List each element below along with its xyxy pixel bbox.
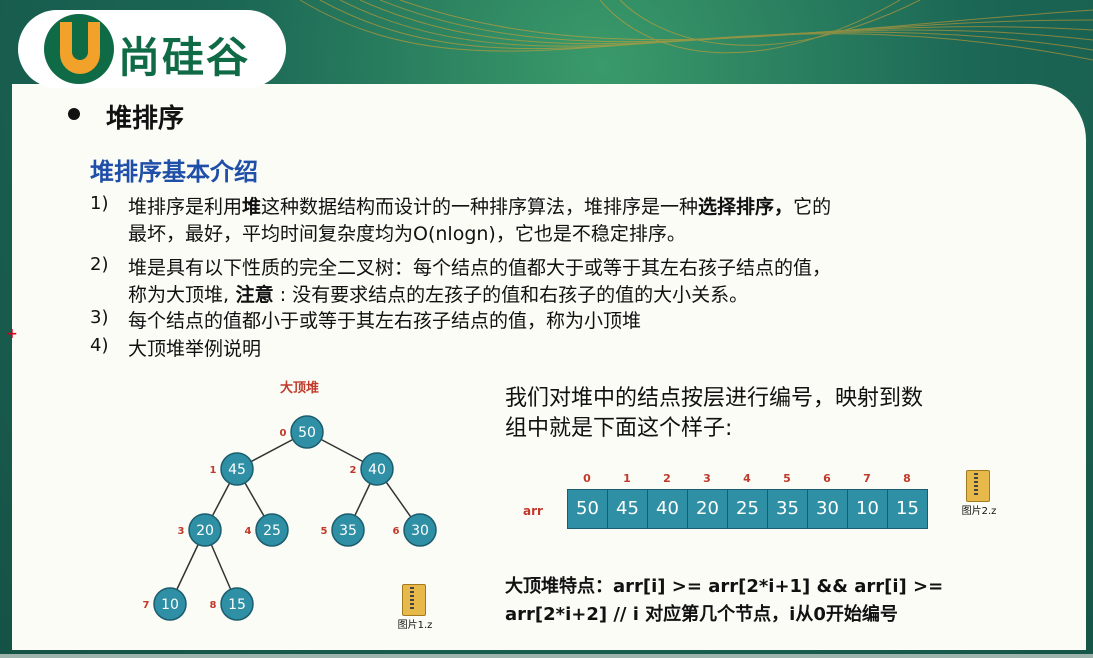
feature-line-2: arr[2*i+2] // i 对应第几个节点，i从0开始编号	[505, 604, 898, 625]
folder-icon	[966, 470, 990, 502]
array-cell: 10	[847, 489, 888, 529]
tree-node-value: 40	[368, 462, 386, 478]
array-cell: 40	[647, 489, 688, 529]
array-cell: 45	[607, 489, 648, 529]
heap-tree: 50 0 45 1 40 2 20 3 25 4 35 5 30 6 10 7 15 8	[143, 415, 437, 621]
note-line-1: 我们对堆中的结点按层进行编号，映射到数	[505, 386, 924, 411]
tree-node-value: 10	[161, 597, 179, 613]
array-index: 1	[623, 472, 631, 485]
zip-icon	[410, 587, 414, 611]
array-cell: 20	[687, 489, 728, 529]
array-cell: 15	[887, 489, 928, 529]
array-index: 2	[663, 472, 671, 485]
tree-node-value: 15	[228, 597, 246, 613]
folder-icon	[402, 584, 426, 616]
tree-node-index: 8	[210, 600, 217, 611]
array-label: arr	[523, 504, 543, 518]
tree-node-index: 3	[178, 526, 185, 537]
tree-node-value: 25	[263, 523, 281, 539]
feature-label: 大顶堆特点：	[505, 576, 613, 597]
zip-icon	[974, 473, 978, 497]
array-index: 4	[743, 472, 751, 485]
tree-node-index: 5	[321, 526, 328, 537]
file-label-2: 图片2.z	[961, 506, 997, 517]
array-index: 3	[703, 472, 711, 485]
tree-node-index: 7	[143, 600, 150, 611]
feature-code-1: arr[i] >= arr[2*i+1] && arr[i] >=	[613, 576, 944, 597]
cursor-crosshair-icon: +	[6, 326, 18, 342]
array-index: 8	[903, 472, 911, 485]
tree-node-index: 0	[280, 428, 287, 439]
tree-node-value: 35	[339, 523, 357, 539]
tree-node-value: 30	[411, 523, 429, 539]
array-index: 5	[783, 472, 791, 485]
tree-node-value: 45	[228, 462, 246, 478]
array-cell: 50	[567, 489, 608, 529]
array-index: 7	[863, 472, 871, 485]
feature-line-1: 大顶堆特点：arr[i] >= arr[2*i+1] && arr[i] >=	[505, 572, 943, 598]
array-index: 0	[583, 472, 591, 485]
tree-node-value: 20	[196, 523, 214, 539]
tree-node-index: 4	[245, 526, 252, 537]
array-cell: 25	[727, 489, 768, 529]
array-cell: 35	[767, 489, 808, 529]
tree-node-index: 6	[393, 526, 400, 537]
file-label-1: 图片1.z	[397, 620, 433, 631]
array-index: 6	[823, 472, 831, 485]
note-line-2: 组中就是下面这个样子:	[505, 416, 733, 441]
tree-node-index: 1	[210, 465, 217, 476]
array-cell: 30	[807, 489, 848, 529]
tree-node-value: 50	[298, 425, 316, 441]
tree-node-index: 2	[350, 465, 357, 476]
window-bottom-edge	[0, 654, 1093, 658]
